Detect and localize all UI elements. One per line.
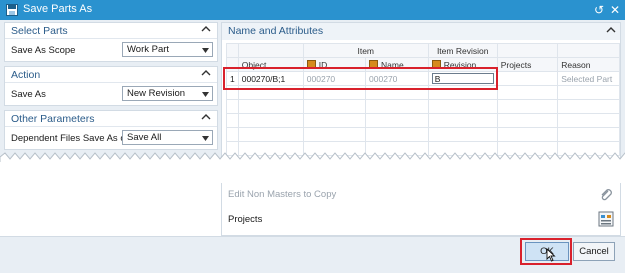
attributes-table: Item Item Revision Object ID Name Revisi…: [226, 43, 620, 156]
attribute-icon: [431, 59, 441, 69]
reset-icon[interactable]: ↺: [592, 3, 606, 17]
save-parts-as-icon: [6, 4, 18, 16]
column-name-label: Name: [381, 59, 404, 70]
dependent-files-value: Save All: [127, 132, 162, 143]
row-index-column: [226, 57, 239, 72]
column-id-label: ID: [318, 59, 328, 70]
table-row[interactable]: 1 000270/B;1 000270 000270 B Selected Pa…: [226, 71, 620, 86]
save-as-label: Save As: [11, 89, 46, 100]
save-as-row: Save As New Revision: [5, 83, 217, 105]
table-row-empty: [226, 85, 620, 100]
name-and-attributes-panel: Name and Attributes Item Item Revision O…: [221, 22, 621, 160]
projects-group-header: [496, 43, 559, 58]
other-parameters-header[interactable]: Other Parameters: [5, 111, 217, 127]
column-object[interactable]: Object: [237, 57, 304, 72]
dropdown-arrow-icon: [202, 92, 209, 97]
save-as-scope-label: Save As Scope: [11, 45, 76, 56]
dependent-files-row: Dependent Files Save As option Save All: [5, 127, 217, 149]
lower-options-panel: Edit Non Masters to Copy Projects: [221, 183, 621, 236]
chevron-up-icon[interactable]: [201, 112, 211, 122]
attribute-icon: [369, 59, 379, 69]
save-as-select[interactable]: New Revision: [122, 86, 213, 101]
cell-reason: Selected Part: [557, 71, 620, 86]
action-header[interactable]: Action: [5, 67, 217, 83]
table-row-empty: [226, 113, 620, 128]
window-title: Save Parts As: [23, 3, 93, 15]
chevron-up-icon[interactable]: [606, 25, 616, 35]
dropdown-arrow-icon: [202, 136, 209, 141]
attribute-icon: [306, 59, 316, 69]
cancel-button[interactable]: Cancel: [573, 242, 615, 261]
column-projects[interactable]: Projects: [496, 57, 559, 72]
reason-group-header: [557, 43, 620, 58]
column-name[interactable]: Name: [365, 57, 429, 72]
other-parameters-title: Other Parameters: [11, 113, 95, 125]
name-and-attributes-title: Name and Attributes: [228, 25, 324, 37]
column-id[interactable]: ID: [302, 57, 367, 72]
cell-projects[interactable]: [496, 71, 559, 86]
dependent-files-select[interactable]: Save All: [122, 130, 213, 145]
close-icon[interactable]: ✕: [608, 3, 622, 17]
cell-id[interactable]: 000270: [302, 71, 367, 86]
save-as-scope-row: Save As Scope Work Part: [5, 39, 217, 61]
cell-object[interactable]: 000270/B;1: [237, 71, 304, 86]
select-parts-header[interactable]: Select Parts: [5, 23, 217, 39]
mouse-cursor-icon: [546, 248, 556, 262]
row-index-header: [226, 43, 239, 58]
name-and-attributes-header[interactable]: Name and Attributes: [222, 23, 620, 40]
edit-non-masters-label: Edit Non Masters to Copy: [228, 189, 337, 200]
select-parts-title: Select Parts: [11, 25, 68, 37]
chevron-up-icon[interactable]: [201, 68, 211, 78]
item-group-header: Item: [302, 43, 429, 58]
column-revision-label: Revision: [443, 59, 477, 70]
dropdown-arrow-icon: [202, 48, 209, 53]
action-section: Action Save As New Revision: [4, 66, 218, 106]
row-index: 1: [226, 71, 239, 86]
paperclip-icon[interactable]: [598, 187, 614, 203]
column-revision[interactable]: Revision: [427, 57, 498, 72]
table-row-empty: [226, 99, 620, 114]
cell-name[interactable]: 000270: [365, 71, 429, 86]
projects-label: Projects: [228, 214, 263, 225]
dialog-upper: Select Parts Save As Scope Work Part Act…: [0, 20, 625, 160]
button-bar: OK Cancel: [0, 236, 625, 273]
other-parameters-section: Other Parameters Dependent Files Save As…: [4, 110, 218, 150]
save-as-value: New Revision: [127, 88, 186, 99]
select-parts-section: Select Parts Save As Scope Work Part: [4, 22, 218, 62]
cell-revision[interactable]: B: [427, 71, 498, 86]
chevron-up-icon[interactable]: [201, 24, 211, 34]
table-row-empty: [226, 127, 620, 142]
left-panel: Select Parts Save As Scope Work Part Act…: [4, 22, 218, 154]
item-revision-group-header: Item Revision: [427, 43, 498, 58]
object-group-header: [237, 43, 304, 58]
title-bar: Save Parts As ↺ ✕: [0, 0, 625, 20]
column-reason[interactable]: Reason: [557, 57, 620, 72]
projects-list-icon[interactable]: [598, 211, 614, 227]
revision-input[interactable]: B: [431, 73, 494, 84]
action-title: Action: [11, 69, 41, 81]
save-as-scope-select[interactable]: Work Part: [122, 42, 213, 57]
save-as-scope-value: Work Part: [127, 44, 170, 55]
